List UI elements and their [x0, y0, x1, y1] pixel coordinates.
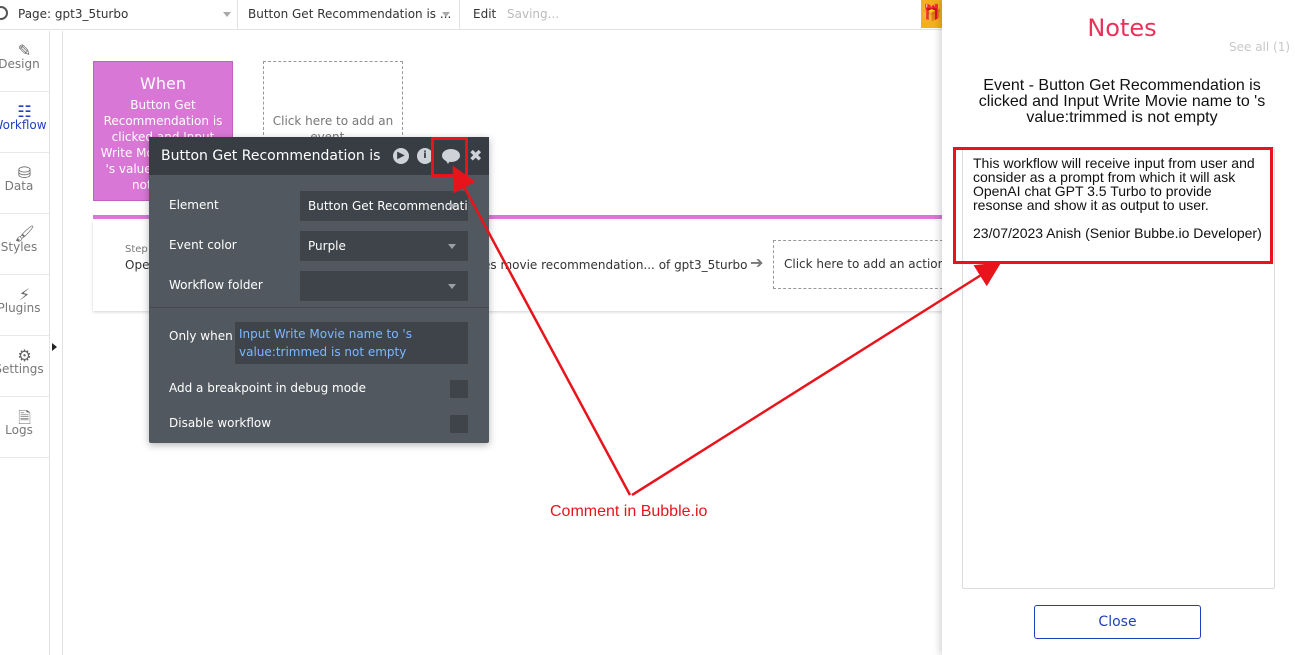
sidebar-item-label: Design [0, 57, 40, 71]
element-dropdown-value: Button Get Recommendation [308, 199, 468, 213]
workflow-folder-label: Workflow folder [169, 278, 263, 292]
data-icon: ⛁ [17, 163, 32, 182]
sidebar-item-settings[interactable]: ⚙ Settings [0, 336, 49, 397]
sidebar-item-label: Settings [0, 362, 44, 376]
edit-menu[interactable]: Edit [473, 0, 496, 28]
only-when-label: Only when [169, 329, 233, 343]
event-color-dropdown[interactable]: Purple [300, 231, 468, 261]
bubble-logo-icon [0, 6, 8, 20]
event-property-editor: Button Get Recommendation is clicked ▶ i… [149, 137, 489, 443]
element-label: Element [169, 198, 219, 212]
annotation-highlight-comment-icon [431, 137, 468, 177]
element-selector[interactable]: Button Get Recommendation is ... [240, 0, 460, 30]
chevron-down-icon [442, 12, 450, 17]
saving-status: Saving... [507, 7, 560, 21]
sidebar-item-workflow[interactable]: ☷ Workflow [0, 92, 49, 153]
breakpoint-checkbox[interactable] [450, 380, 468, 398]
event-card-title: When [140, 74, 186, 93]
sidebar-item-design[interactable]: ✎ Design [0, 31, 49, 92]
top-bar: Page: gpt3_5turbo Button Get Recommendat… [0, 0, 942, 30]
annotation-highlight-note [953, 147, 1273, 264]
add-action-button[interactable]: Click here to add an action... [773, 240, 948, 289]
event-color-label: Event color [169, 238, 237, 252]
left-sidebar: ✎ Design ☷ Workflow ⛁ Data 🖌 Styles ⚡ Pl… [0, 31, 50, 655]
disable-workflow-label: Disable workflow [169, 416, 272, 430]
sidebar-item-label: Logs [5, 423, 33, 437]
annotation-label: Comment in Bubble.io [550, 503, 708, 520]
event-color-value: Purple [308, 239, 346, 253]
divider [149, 307, 489, 308]
close-button[interactable]: Close [1034, 605, 1201, 639]
arrow-right-icon: ➔ [750, 253, 764, 272]
notes-title: Notes [1087, 14, 1157, 42]
sidebar-item-label: Data [4, 179, 34, 193]
page-selector[interactable]: Page: gpt3_5turbo [18, 0, 238, 30]
chevron-down-icon [448, 204, 456, 209]
chevron-down-icon [448, 244, 456, 249]
plugins-icon: ⚡ [18, 285, 31, 304]
disable-workflow-checkbox[interactable] [450, 415, 468, 433]
design-icon: ✎ [17, 41, 32, 60]
breakpoint-label: Add a breakpoint in debug mode [169, 381, 367, 395]
sidebar-item-data[interactable]: ⛁ Data [0, 153, 49, 214]
close-icon[interactable]: ✖ [469, 146, 482, 165]
only-when-condition[interactable]: Input Write Movie name to 's value:trimm… [235, 322, 468, 364]
page-selector-label: Page: gpt3_5turbo [18, 7, 129, 21]
sidebar-item-label: Styles [0, 240, 38, 254]
sidebar-item-logs[interactable]: 🗎 Logs [0, 397, 49, 458]
workflow-folder-dropdown[interactable] [300, 271, 468, 301]
settings-icon: ⚙ [17, 346, 32, 365]
notes-panel: Notes See all (1) Event - Button Get Rec… [942, 0, 1295, 655]
gift-icon[interactable]: 🎁 [921, 0, 942, 28]
element-dropdown[interactable]: Button Get Recommendation [300, 191, 468, 221]
step-description[interactable]: es movie recommendation... of gpt3_5turb… [483, 258, 747, 272]
sidebar-item-label: Plugins [0, 301, 41, 315]
sidebar-item-label: Workflow [0, 118, 47, 132]
logs-icon: 🗎 [18, 408, 31, 427]
play-icon[interactable]: ▶ [393, 148, 409, 164]
note-event-description: Event - Button Get Recommendation is cli… [978, 77, 1266, 126]
panel-divider [62, 31, 63, 655]
sidebar-item-plugins[interactable]: ⚡ Plugins [0, 275, 49, 336]
chevron-down-icon [448, 284, 456, 289]
editor-title: Button Get Recommendation is clicked [161, 148, 383, 164]
expand-panel-icon[interactable] [52, 343, 57, 351]
see-all-link[interactable]: See all (1) [1229, 40, 1290, 54]
workflow-icon: ☷ [17, 102, 32, 121]
element-selector-label: Button Get Recommendation is ... [248, 7, 452, 21]
styles-icon: 🖌 [14, 224, 35, 243]
sidebar-item-styles[interactable]: 🖌 Styles [0, 214, 49, 275]
chevron-down-icon [223, 12, 231, 17]
